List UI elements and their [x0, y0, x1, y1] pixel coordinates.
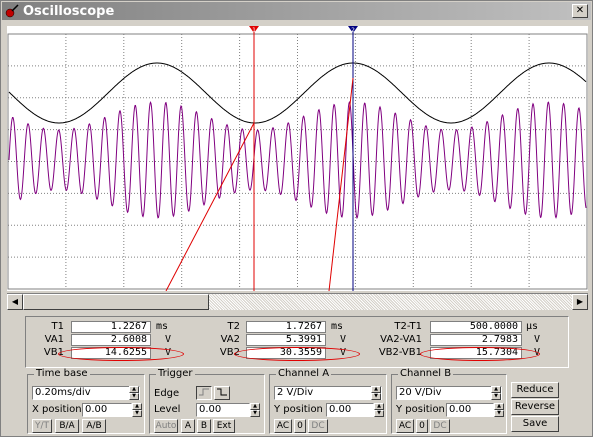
channel-a-trace	[8, 62, 587, 124]
trigger-b-button[interactable]: B	[197, 419, 211, 433]
cursor-2-label: 2	[351, 27, 355, 34]
oscilloscope-window: Oscilloscope ✕ 12 ◀ ▶ T1 1.2267 ms VA1 2…	[0, 0, 593, 437]
t1-unit: ms	[156, 321, 169, 332]
yt-button[interactable]: Y/T	[32, 419, 52, 433]
xpos-input[interactable]: 0.00	[82, 403, 132, 417]
channel-b-ypos-label: Y position	[396, 404, 445, 415]
cursor-1-label: 1	[252, 27, 256, 34]
va1-label: VA1	[44, 334, 64, 345]
dva-unit: V	[534, 334, 541, 345]
channel-a-ypos-input[interactable]: 0.00	[326, 403, 374, 417]
t1-value: 1.2267	[71, 321, 151, 333]
trigger-panel: Trigger Edge Level 0.00 ▲ ▼ Auto A B Ext	[149, 368, 265, 434]
rising-edge-icon	[199, 388, 209, 396]
scroll-right-button[interactable]: ▶	[572, 294, 588, 310]
scope-display[interactable]: 12	[7, 26, 588, 291]
channel-b-title: Channel B	[398, 368, 454, 379]
channel-a-scale-value: 2 V/Div	[277, 387, 314, 398]
title-bar: Oscilloscope ✕	[2, 2, 591, 20]
spin-arrows-icon[interactable]: ▲ ▼	[494, 403, 504, 417]
reverse-button[interactable]: Reverse	[511, 399, 559, 415]
edge-falling-button[interactable]	[214, 386, 230, 400]
level-input[interactable]: 0.00	[196, 403, 250, 417]
scroll-thumb[interactable]	[23, 294, 209, 310]
t2-value: 1.7267	[246, 321, 326, 333]
timebase-panel: Time base 0.20ms/div ▲ ▼ X position 0.00 …	[27, 368, 145, 434]
annotation-line-1	[165, 122, 255, 291]
channel-a-zero-button[interactable]: 0	[294, 419, 306, 433]
dvb-label: VB2-VB1	[378, 347, 422, 358]
scroll-track[interactable]	[209, 294, 572, 310]
waveform-plot: 12	[7, 26, 588, 291]
trigger-ext-button[interactable]: Ext	[213, 419, 235, 433]
spin-arrows-icon[interactable]: ▲ ▼	[491, 386, 501, 400]
spin-arrows-icon[interactable]: ▲ ▼	[129, 386, 139, 400]
va1-value: 2.6008	[71, 334, 151, 346]
close-icon: ✕	[575, 5, 585, 16]
cursor-readout: T1 1.2267 ms VA1 2.6008 V VB1 14.6255 V …	[25, 316, 569, 368]
t1-label: T1	[51, 321, 64, 332]
dt-unit: µs	[526, 321, 539, 332]
dva-value: 2.7983	[430, 334, 522, 346]
arrow-right-icon: ▶	[576, 297, 584, 306]
dva-label: VA2-VA1	[380, 334, 422, 345]
level-label: Level	[154, 404, 181, 415]
channel-b-scale-value: 20 V/Div	[399, 387, 442, 398]
va1-unit: V	[165, 334, 172, 345]
highlight-vb2	[234, 347, 360, 361]
t2-label: T2	[227, 321, 240, 332]
channel-b-ypos-input[interactable]: 0.00	[446, 403, 494, 417]
spin-arrows-icon[interactable]: ▲ ▼	[374, 403, 384, 417]
dt-label: T2-T1	[394, 321, 422, 332]
t2-unit: ms	[331, 321, 344, 332]
channel-b-panel: Channel B 20 V/Div ▲ ▼ Y position 0.00 ▲ ▼…	[391, 368, 507, 434]
va2-value: 5.3991	[246, 334, 326, 346]
edge-rising-button[interactable]	[196, 386, 212, 400]
window-title: Oscilloscope	[23, 3, 115, 19]
timebase-title: Time base	[34, 368, 90, 379]
ba-button[interactable]: B/A	[55, 419, 79, 433]
va2-label: VA2	[220, 334, 240, 345]
spin-arrows-icon[interactable]: ▲ ▼	[250, 403, 260, 417]
channel-a-panel: Channel A 2 V/Div ▲ ▼ Y position 0.00 ▲ ▼ …	[269, 368, 387, 434]
highlight-vb2-vb1	[420, 347, 540, 361]
spin-arrows-icon[interactable]: ▲ ▼	[371, 386, 381, 400]
channel-b-scale-select[interactable]: 20 V/Div ▲ ▼	[396, 386, 502, 400]
scroll-left-button[interactable]: ◀	[7, 294, 23, 310]
probe-icon	[5, 4, 19, 18]
ab-button[interactable]: A/B	[82, 419, 106, 433]
arrow-left-icon: ◀	[11, 297, 19, 306]
channel-a-title: Channel A	[276, 368, 332, 379]
va2-unit: V	[340, 334, 347, 345]
spin-arrows-icon[interactable]: ▲ ▼	[132, 403, 142, 417]
trigger-a-button[interactable]: A	[181, 419, 195, 433]
horizontal-scrollbar[interactable]: ◀ ▶	[7, 293, 588, 310]
auto-button[interactable]: Auto	[154, 419, 178, 433]
channel-a-ac-button[interactable]: AC	[274, 419, 292, 433]
trigger-title: Trigger	[156, 368, 195, 379]
close-button[interactable]: ✕	[572, 4, 588, 18]
falling-edge-icon	[217, 388, 227, 396]
timebase-scale-value: 0.20ms/div	[35, 387, 91, 398]
channel-a-ypos-label: Y position	[274, 404, 323, 415]
channel-b-zero-button[interactable]: 0	[416, 419, 428, 433]
channel-b-ac-button[interactable]: AC	[396, 419, 414, 433]
reduce-button[interactable]: Reduce	[511, 382, 559, 398]
dt-value: 500.0000	[430, 321, 522, 333]
highlight-vb1	[58, 347, 184, 361]
channel-b-dc-button[interactable]: DC	[430, 419, 450, 433]
edge-label: Edge	[154, 388, 180, 399]
save-button[interactable]: Save	[511, 416, 559, 432]
channel-a-dc-button[interactable]: DC	[308, 419, 328, 433]
channel-a-scale-select[interactable]: 2 V/Div ▲ ▼	[274, 386, 382, 400]
timebase-scale-select[interactable]: 0.20ms/div ▲ ▼	[32, 386, 140, 400]
xpos-label: X position	[32, 404, 82, 415]
